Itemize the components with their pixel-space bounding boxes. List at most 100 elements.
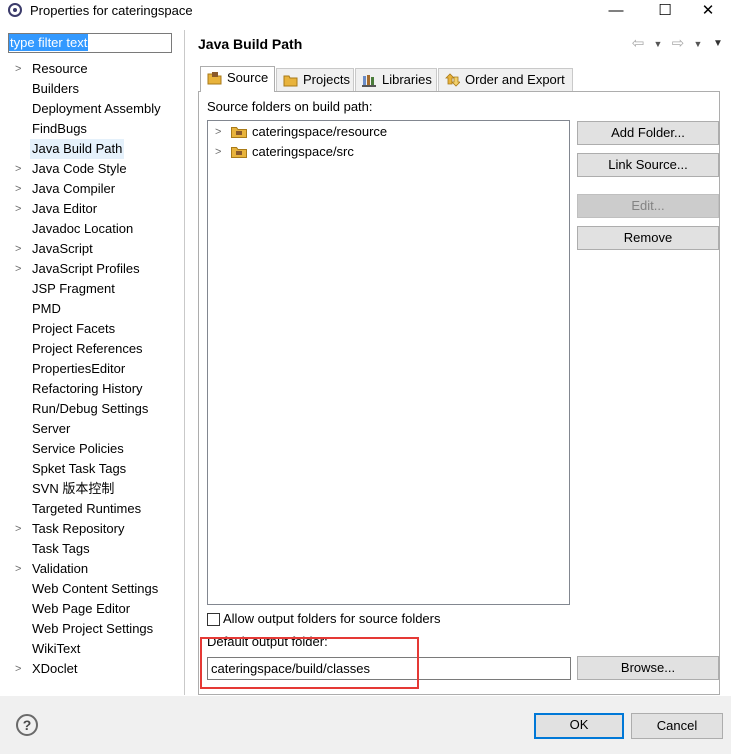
expand-chevron-icon[interactable]: >	[15, 239, 25, 259]
forward-arrow-icon[interactable]: ⇨	[671, 36, 685, 52]
sidebar-item-label: Spket Task Tags	[32, 461, 127, 476]
sidebar-item[interactable]: > Java Editor	[0, 199, 184, 219]
maximize-button[interactable]: ☐	[642, 0, 688, 22]
add-folder-button[interactable]: Add Folder...	[577, 121, 719, 145]
allow-output-checkbox[interactable]	[207, 613, 220, 626]
sidebar-item[interactable]: Web Page Editor	[0, 599, 184, 619]
expand-chevron-icon[interactable]: >	[15, 159, 25, 179]
expand-chevron-icon[interactable]: >	[15, 519, 25, 539]
sidebar-item-label: Web Page Editor	[32, 601, 131, 616]
sidebar-item[interactable]: > JavaScript	[0, 239, 184, 259]
page-title: Java Build Path	[198, 36, 303, 52]
sidebar-item[interactable]: Java Build Path	[0, 139, 184, 159]
package-folder-icon	[231, 147, 247, 158]
sidebar-item[interactable]: > Task Repository	[0, 519, 184, 539]
sidebar-item-label: Java Build Path	[30, 139, 125, 159]
source-folders-tree[interactable]	[207, 120, 570, 605]
sidebar-item[interactable]: > Java Code Style	[0, 159, 184, 179]
tab-libraries-label: Libraries	[382, 72, 432, 87]
sidebar-item[interactable]: Builders	[0, 79, 184, 99]
expand-chevron-icon[interactable]: >	[15, 559, 25, 579]
remove-button[interactable]: Remove	[577, 226, 719, 250]
sidebar-item[interactable]: > Java Compiler	[0, 179, 184, 199]
sidebar-item[interactable]: Task Tags	[0, 539, 184, 559]
source-folder-label: cateringspace/src	[252, 144, 354, 159]
sidebar-item[interactable]: Refactoring History	[0, 379, 184, 399]
view-menu-icon[interactable]: ▼	[711, 36, 725, 52]
sidebar-item[interactable]: Project References	[0, 339, 184, 359]
sidebar-item[interactable]: WikiText	[0, 639, 184, 659]
sidebar-item[interactable]: > JavaScript Profiles	[0, 259, 184, 279]
source-folder-row[interactable]: > cateringspace/resource	[213, 122, 513, 142]
expand-chevron-icon[interactable]: >	[15, 259, 25, 279]
cancel-button[interactable]: Cancel	[631, 713, 723, 739]
sidebar-item[interactable]: > Resource	[0, 59, 184, 79]
tab-order-export-label: Order and Export	[465, 72, 565, 87]
sidebar-item[interactable]: Deployment Assembly	[0, 99, 184, 119]
sidebar-item[interactable]: JSP Fragment	[0, 279, 184, 299]
sidebar-item[interactable]: PropertiesEditor	[0, 359, 184, 379]
sidebar-item[interactable]: Javadoc Location	[0, 219, 184, 239]
sidebar-item-label: Validation	[32, 561, 89, 576]
sidebar-item[interactable]: Run/Debug Settings	[0, 399, 184, 419]
expand-chevron-icon[interactable]: >	[15, 659, 25, 679]
source-folders-label: Source folders on build path:	[207, 99, 373, 114]
tab-projects[interactable]: Projects	[276, 68, 354, 91]
back-arrow-icon[interactable]: ⇦	[631, 36, 645, 52]
sidebar-item-label: Deployment Assembly	[32, 101, 161, 116]
sidebar-item-label: WikiText	[32, 641, 81, 656]
sidebar-item-label: Targeted Runtimes	[32, 501, 142, 516]
package-folder-icon	[231, 127, 247, 138]
sidebar-item-label: Java Compiler	[32, 181, 116, 196]
sidebar-item[interactable]: > XDoclet	[0, 659, 184, 679]
order-export-icon	[445, 73, 460, 87]
link-source-button[interactable]: Link Source...	[577, 153, 719, 177]
sidebar-item-label: Service Policies	[32, 441, 124, 456]
back-menu-chevron-icon[interactable]: ▼	[651, 36, 665, 52]
sidebar-item-label: Task Tags	[32, 541, 90, 556]
expand-chevron-icon[interactable]: >	[15, 199, 25, 219]
sidebar-item-label: JSP Fragment	[32, 281, 115, 296]
sidebar-item[interactable]: > Validation	[0, 559, 184, 579]
sidebar-item-label: Web Project Settings	[32, 621, 154, 636]
expand-chevron-icon[interactable]: >	[215, 122, 221, 142]
tab-projects-label: Projects	[303, 72, 350, 87]
annotation-highlight-box	[200, 637, 419, 689]
ok-button[interactable]: OK	[534, 713, 624, 739]
source-folder-label: cateringspace/resource	[252, 124, 388, 139]
expand-chevron-icon[interactable]: >	[15, 59, 25, 79]
expand-chevron-icon[interactable]: >	[215, 142, 221, 162]
tab-order-and-export[interactable]: Order and Export	[438, 68, 573, 91]
sidebar-item[interactable]: Spket Task Tags	[0, 459, 184, 479]
sidebar-item-label: Project References	[32, 341, 143, 356]
sidebar-item[interactable]: Web Project Settings	[0, 619, 184, 639]
source-folder-row[interactable]: > cateringspace/src	[213, 142, 513, 162]
projects-icon	[283, 75, 298, 87]
sidebar-item[interactable]: Web Content Settings	[0, 579, 184, 599]
eclipse-app-icon	[8, 3, 22, 17]
sidebar-item[interactable]: Server	[0, 419, 184, 439]
help-icon[interactable]: ?	[16, 714, 38, 736]
edit-button[interactable]: Edit...	[577, 194, 719, 218]
sidebar-item[interactable]: Project Facets	[0, 319, 184, 339]
sidebar-item[interactable]: PMD	[0, 299, 184, 319]
sidebar-item[interactable]: Service Policies	[0, 439, 184, 459]
sidebar-item-label: Run/Debug Settings	[32, 401, 149, 416]
sidebar-item-label: PropertiesEditor	[32, 361, 126, 376]
sidebar-item[interactable]: SVN 版本控制	[0, 479, 184, 499]
tab-source-label: Source	[227, 70, 269, 85]
minimize-button[interactable]: —	[593, 0, 639, 22]
sidebar-item-label: FindBugs	[32, 121, 87, 136]
sidebar-item-label: JavaScript Profiles	[32, 261, 140, 276]
sidebar-item-label: Javadoc Location	[32, 221, 134, 236]
sidebar-item[interactable]: Targeted Runtimes	[0, 499, 184, 519]
expand-chevron-icon[interactable]: >	[15, 179, 25, 199]
close-button[interactable]: ✕	[685, 0, 731, 22]
tab-libraries[interactable]: Libraries	[355, 68, 437, 91]
browse-button[interactable]: Browse...	[577, 656, 719, 680]
forward-menu-chevron-icon[interactable]: ▼	[691, 36, 705, 52]
sidebar-item[interactable]: FindBugs	[0, 119, 184, 139]
tab-source[interactable]: Source	[200, 66, 275, 92]
window-title: Properties for cateringspace	[30, 3, 193, 18]
allow-output-label: Allow output folders for source folders	[223, 611, 441, 626]
